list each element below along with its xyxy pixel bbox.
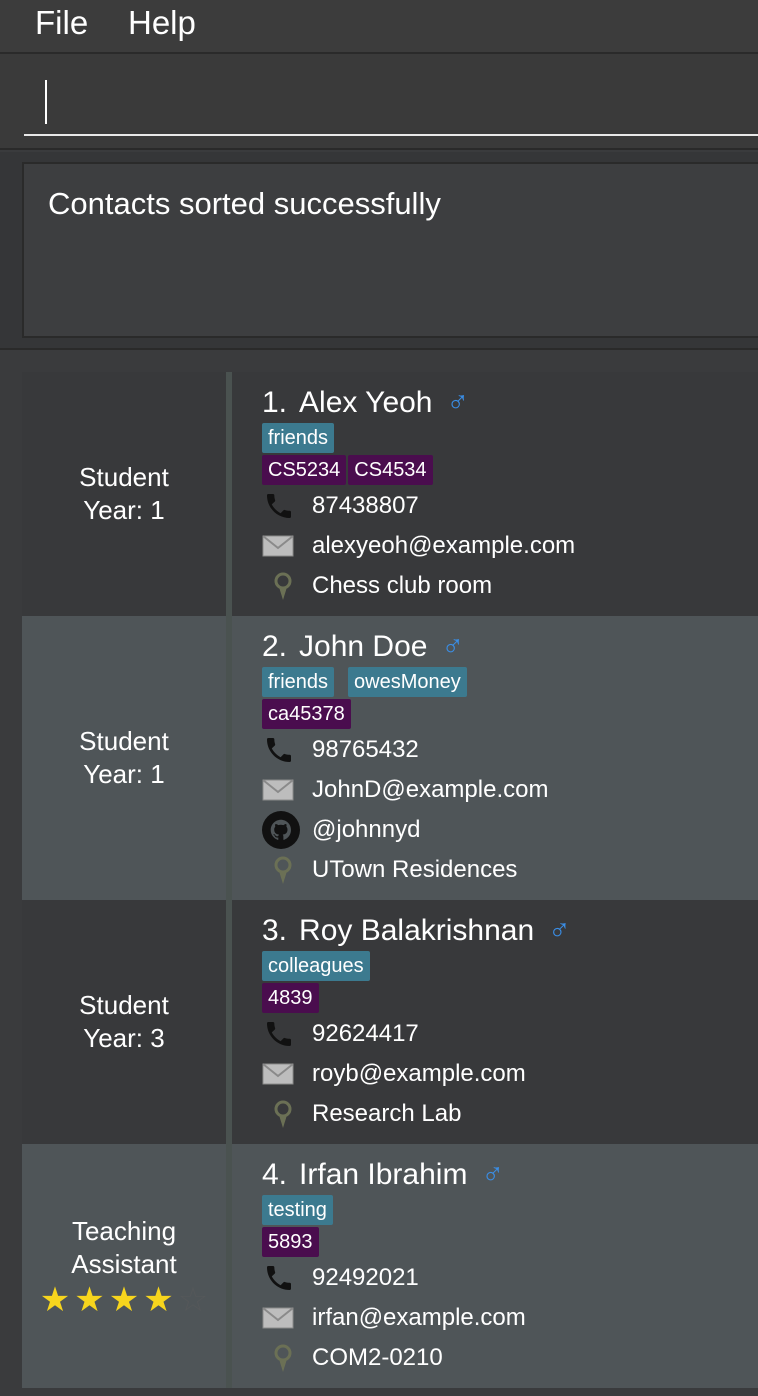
male-icon: ♂: [441, 630, 464, 663]
person-index: 2.: [262, 630, 288, 663]
phone-number: 87438807: [312, 492, 419, 519]
email-address: irfan@example.com: [312, 1304, 526, 1331]
phone-icon: [262, 1018, 302, 1050]
location-row: Chess club room: [262, 570, 492, 602]
email-address: JohnD@example.com: [312, 776, 549, 803]
email-row: JohnD@example.com: [262, 774, 548, 806]
location-pin-icon: [262, 854, 302, 886]
role-panel: Student Year: 1: [22, 372, 226, 616]
person-index: 3.: [262, 914, 288, 947]
person-card[interactable]: Student Year: 1 1. Alex Yeoh ♂ friends C…: [22, 372, 758, 616]
phone-number: 92492021: [312, 1264, 419, 1291]
tag-label: testing: [262, 1195, 333, 1225]
phone-icon: [262, 490, 302, 522]
module-label: CS4534: [348, 455, 433, 485]
location-text: Research Lab: [312, 1100, 462, 1127]
role-line-1: Teaching: [71, 1216, 177, 1246]
tag-label: friends: [262, 667, 335, 697]
person-index: 4.: [262, 1158, 288, 1191]
text-caret: [45, 80, 47, 124]
phone-row: 87438807: [262, 490, 419, 522]
role-line-1: Student: [79, 990, 169, 1020]
email-address: royb@example.com: [312, 1060, 526, 1087]
star-filled-icon: ★: [108, 1280, 140, 1320]
location-pin-icon: [262, 570, 302, 602]
email-row: alexyeoh@example.com: [262, 530, 575, 562]
command-input[interactable]: [24, 56, 758, 136]
person-index: 1.: [262, 386, 288, 419]
result-message: Contacts sorted successfully: [48, 186, 441, 221]
result-display[interactable]: Contacts sorted successfully: [22, 162, 758, 338]
phone-icon: [262, 1262, 302, 1294]
github-row: @johnnyd: [262, 811, 421, 849]
male-icon: ♂: [481, 1158, 504, 1191]
location-text: COM2-0210: [312, 1344, 443, 1371]
role-panel: Teaching Assistant ★ ★ ★ ★ ☆: [22, 1144, 226, 1388]
menu-help[interactable]: Help: [128, 4, 196, 42]
role-line-2: Assistant: [71, 1249, 177, 1279]
role-line-2: Year: 1: [83, 495, 165, 525]
envelope-icon: [262, 1302, 302, 1334]
person-list[interactable]: Student Year: 1 1. Alex Yeoh ♂ friends C…: [22, 372, 758, 1392]
phone-number: 98765432: [312, 736, 419, 763]
star-filled-icon: ★: [74, 1280, 105, 1320]
phone-row: 92624417: [262, 1018, 419, 1050]
module-label: 5893: [262, 1227, 319, 1257]
github-handle: @johnnyd: [312, 816, 421, 843]
person-name: Alex Yeoh: [299, 386, 433, 419]
envelope-icon: [262, 774, 302, 806]
module-label: 4839: [262, 983, 319, 1013]
rating-stars: ★ ★ ★ ★ ☆: [40, 1283, 208, 1317]
star-filled-icon: ★: [39, 1280, 71, 1320]
male-icon: ♂: [548, 914, 571, 947]
location-pin-icon: [262, 1342, 302, 1374]
person-name: John Doe: [299, 630, 428, 663]
menu-file[interactable]: File: [35, 4, 88, 42]
menu-bar: File Help: [0, 0, 758, 54]
location-pin-icon: [262, 1098, 302, 1130]
tag-label: friends: [262, 423, 335, 453]
role-line-1: Student: [79, 462, 169, 492]
module-label: CS5234: [262, 455, 347, 485]
role-line-2: Year: 1: [83, 759, 165, 789]
role-panel: Student Year: 3: [22, 900, 226, 1144]
phone-row: 98765432: [262, 734, 419, 766]
envelope-icon: [262, 530, 302, 562]
tag-label: colleagues: [262, 951, 370, 981]
location-text: Chess club room: [312, 572, 493, 599]
role-panel: Student Year: 1: [22, 616, 226, 900]
male-icon: ♂: [446, 386, 470, 419]
email-row: irfan@example.com: [262, 1302, 526, 1334]
role-line-2: Year: 3: [83, 1023, 165, 1053]
location-text: UTown Residences: [312, 856, 518, 883]
location-row: COM2-0210: [262, 1342, 443, 1374]
phone-row: 92492021: [262, 1262, 419, 1294]
person-card[interactable]: Student Year: 3 3. Roy Balakrishnan ♂ co…: [22, 900, 758, 1144]
star-empty-icon: ☆: [177, 1280, 209, 1320]
star-filled-icon: ★: [143, 1280, 174, 1320]
person-name: Irfan Ibrahim: [299, 1158, 468, 1191]
person-card[interactable]: Teaching Assistant ★ ★ ★ ★ ☆ 4. Irfan Ib…: [22, 1144, 758, 1388]
command-area: [0, 54, 758, 150]
tag-label: owesMoney: [348, 667, 467, 697]
result-area: Contacts sorted successfully: [0, 152, 758, 350]
person-name: Roy Balakrishnan: [299, 914, 535, 947]
email-row: royb@example.com: [262, 1058, 526, 1090]
envelope-icon: [262, 1058, 302, 1090]
email-address: alexyeoh@example.com: [312, 532, 576, 559]
location-row: UTown Residences: [262, 854, 517, 886]
phone-icon: [262, 734, 302, 766]
github-icon: [262, 811, 302, 849]
module-label: ca45378: [262, 699, 351, 729]
role-line-1: Student: [79, 726, 169, 756]
location-row: Research Lab: [262, 1098, 461, 1130]
person-card[interactable]: Student Year: 1 2. John Doe ♂ friends ow…: [22, 616, 758, 900]
phone-number: 92624417: [312, 1020, 419, 1047]
